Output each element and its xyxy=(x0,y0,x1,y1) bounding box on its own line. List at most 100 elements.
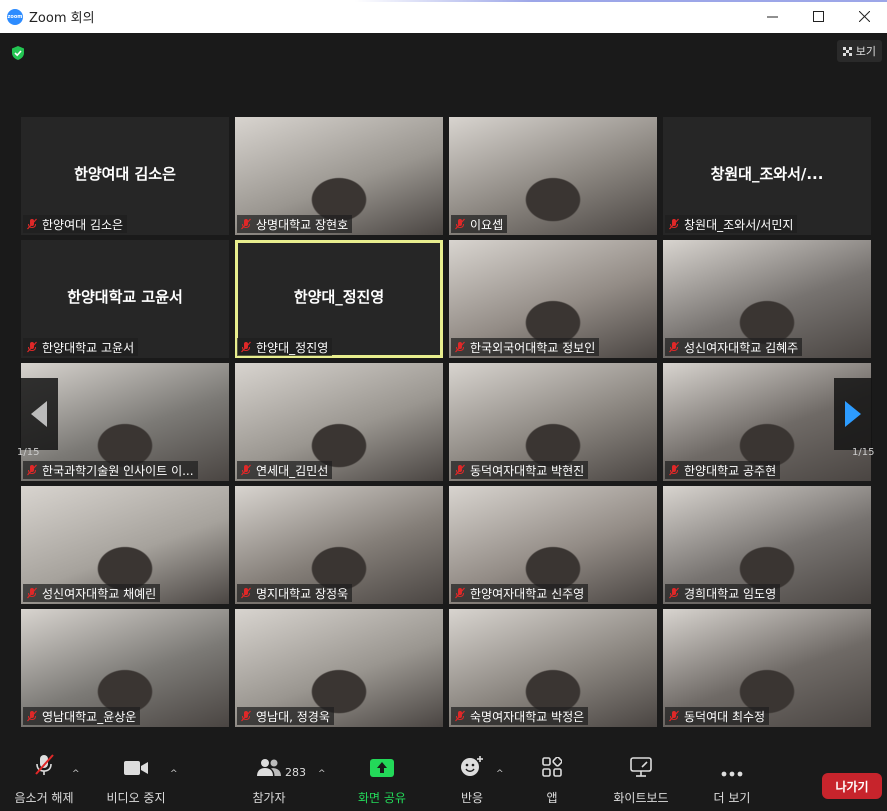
participant-tile[interactable]: 경희대학교 임도영 xyxy=(663,486,871,604)
participant-name: 한양여자대학교 신주영 xyxy=(470,586,585,601)
participant-name: 이요셉 xyxy=(470,217,504,232)
muted-microphone-icon xyxy=(455,218,465,230)
apps-button[interactable]: 앱 xyxy=(534,747,570,811)
participants-count: 283 xyxy=(285,766,306,779)
participant-tile[interactable]: 영남대학교_윤상운 xyxy=(21,609,229,727)
whiteboard-button[interactable]: 화이트보드 xyxy=(608,747,674,811)
maximize-icon[interactable] xyxy=(795,0,841,33)
more-dots-icon xyxy=(721,771,743,777)
video-options-chevron-icon[interactable]: ^ xyxy=(170,769,178,779)
reactions-options-chevron-icon[interactable]: ^ xyxy=(496,769,504,779)
participant-name: 한국외국어대학교 정보인 xyxy=(470,340,596,355)
participant-display-name: 창원대_조와서/... xyxy=(710,165,824,183)
audio-options-chevron-icon[interactable]: ^ xyxy=(72,769,80,779)
participant-name: 한양대학교 고윤서 xyxy=(42,340,135,355)
participants-options-chevron-icon[interactable]: ^ xyxy=(318,769,326,779)
muted-microphone-icon xyxy=(241,587,251,599)
participant-name: 동덕여대 최수정 xyxy=(684,709,766,724)
apps-label: 앱 xyxy=(546,791,558,805)
muted-microphone-icon xyxy=(241,464,251,476)
participant-name-label: 이요셉 xyxy=(451,215,508,233)
participant-name-label: 한양대_정진영 xyxy=(237,338,333,356)
meeting-toolbar: 음소거 해제 ^ 비디오 중지 ^ 참가자 283 ^ 화면 공유 반응 ^ 앱… xyxy=(0,747,887,811)
participant-name: 경희대학교 임도영 xyxy=(684,586,777,601)
stop-video-label: 비디오 중지 xyxy=(106,791,166,805)
participant-tile[interactable]: 상명대학교 장현호 xyxy=(235,117,443,235)
participant-tile[interactable]: 숙명여자대학교 박정은 xyxy=(449,609,657,727)
muted-microphone-icon xyxy=(669,341,679,353)
reactions-button[interactable]: 반응 xyxy=(452,747,492,811)
participants-label: 참가자 xyxy=(252,791,286,805)
participant-tile[interactable]: 한양여자대학교 신주영 xyxy=(449,486,657,604)
arrow-right-icon xyxy=(845,401,861,427)
muted-microphone-icon xyxy=(27,341,37,353)
muted-microphone-icon xyxy=(455,710,465,722)
participant-tile[interactable]: 한국외국어대학교 정보인 xyxy=(449,240,657,358)
stop-video-button[interactable]: 비디오 중지 xyxy=(104,747,168,811)
muted-microphone-icon xyxy=(27,710,37,722)
participants-icon xyxy=(257,759,281,776)
participant-display-name: 한양대_정진영 xyxy=(293,288,385,306)
participants-button[interactable]: 참가자 xyxy=(244,747,294,811)
muted-microphone-icon xyxy=(455,587,465,599)
window-title: Zoom 회의 xyxy=(29,11,95,26)
participant-name: 동덕여자대학교 박현진 xyxy=(470,463,585,478)
participant-name: 상명대학교 장현호 xyxy=(256,217,349,232)
participant-name-label: 숙명여자대학교 박정은 xyxy=(451,707,589,725)
participant-tile[interactable]: 동덕여자대학교 박현진 xyxy=(449,363,657,481)
participant-name: 창원대_조와서/서민지 xyxy=(684,217,794,232)
unmute-button[interactable]: 음소거 해제 xyxy=(12,747,76,811)
reaction-smiley-icon xyxy=(461,756,483,776)
share-screen-button[interactable]: 화면 공유 xyxy=(350,747,414,811)
whiteboard-icon xyxy=(630,757,652,777)
participant-tile[interactable]: 창원대_조와서/... 창원대_조와서/서민지 xyxy=(663,117,871,235)
muted-microphone-icon xyxy=(27,218,37,230)
view-grid-icon xyxy=(842,46,852,56)
muted-microphone-icon xyxy=(669,587,679,599)
minimize-icon[interactable] xyxy=(749,0,795,33)
leave-meeting-button[interactable]: 나가기 xyxy=(822,773,882,799)
participant-tile[interactable]: 성신여자대학교 채예린 xyxy=(21,486,229,604)
participant-name-label: 한국외국어대학교 정보인 xyxy=(451,338,600,356)
participant-name: 한양대학교 공주현 xyxy=(684,463,777,478)
meeting-topbar xyxy=(0,33,887,73)
participant-tile[interactable]: 한양대학교 고윤서 한양대학교 고윤서 xyxy=(21,240,229,358)
window-controls xyxy=(749,0,887,33)
muted-microphone-icon xyxy=(455,341,465,353)
participant-name: 연세대_김민선 xyxy=(256,463,329,478)
participant-name-label: 한국과학기술원 인사이트 이... xyxy=(23,461,198,479)
participant-tile[interactable]: 이요셉 xyxy=(449,117,657,235)
participant-name-label: 상명대학교 장현호 xyxy=(237,215,353,233)
prev-page-button[interactable] xyxy=(20,378,58,450)
participant-tile[interactable]: 한양대_정진영 한양대_정진영 xyxy=(235,240,443,358)
participant-tile[interactable]: 한양여대 김소은 한양여대 김소은 xyxy=(21,117,229,235)
close-icon[interactable] xyxy=(841,0,887,33)
more-button[interactable]: 더 보기 xyxy=(707,747,757,811)
participant-name-label: 연세대_김민선 xyxy=(237,461,333,479)
participant-tile[interactable]: 명지대학교 장정욱 xyxy=(235,486,443,604)
muted-microphone-icon xyxy=(241,341,251,353)
next-page-button[interactable] xyxy=(834,378,872,450)
participant-name-label: 한양대학교 고윤서 xyxy=(23,338,139,356)
share-screen-label: 화면 공유 xyxy=(358,791,406,805)
view-button[interactable]: 보기 xyxy=(836,40,882,62)
participant-name-label: 한양대학교 공주현 xyxy=(665,461,781,479)
participant-name-label: 창원대_조와서/서민지 xyxy=(665,215,798,233)
window-titlebar: zoom Zoom 회의 xyxy=(0,0,887,33)
participant-tile[interactable]: 연세대_김민선 xyxy=(235,363,443,481)
muted-microphone-icon xyxy=(27,464,37,476)
participant-name: 한양여대 김소은 xyxy=(42,217,124,232)
encryption-shield-icon[interactable] xyxy=(10,45,26,61)
page-indicator-left: 1/15 xyxy=(17,447,40,458)
reactions-label: 반응 xyxy=(460,791,484,805)
participant-name-label: 동덕여대 최수정 xyxy=(665,707,770,725)
view-label: 보기 xyxy=(855,45,876,58)
participant-name-label: 경희대학교 임도영 xyxy=(665,584,781,602)
muted-microphone-icon xyxy=(669,710,679,722)
participant-tile[interactable]: 영남대, 정경욱 xyxy=(235,609,443,727)
participant-tile[interactable]: 성신여자대학교 김혜주 xyxy=(663,240,871,358)
participant-tile[interactable]: 동덕여대 최수정 xyxy=(663,609,871,727)
muted-microphone-icon xyxy=(241,218,251,230)
participant-name: 한양대_정진영 xyxy=(256,340,329,355)
participant-name-label: 동덕여자대학교 박현진 xyxy=(451,461,589,479)
